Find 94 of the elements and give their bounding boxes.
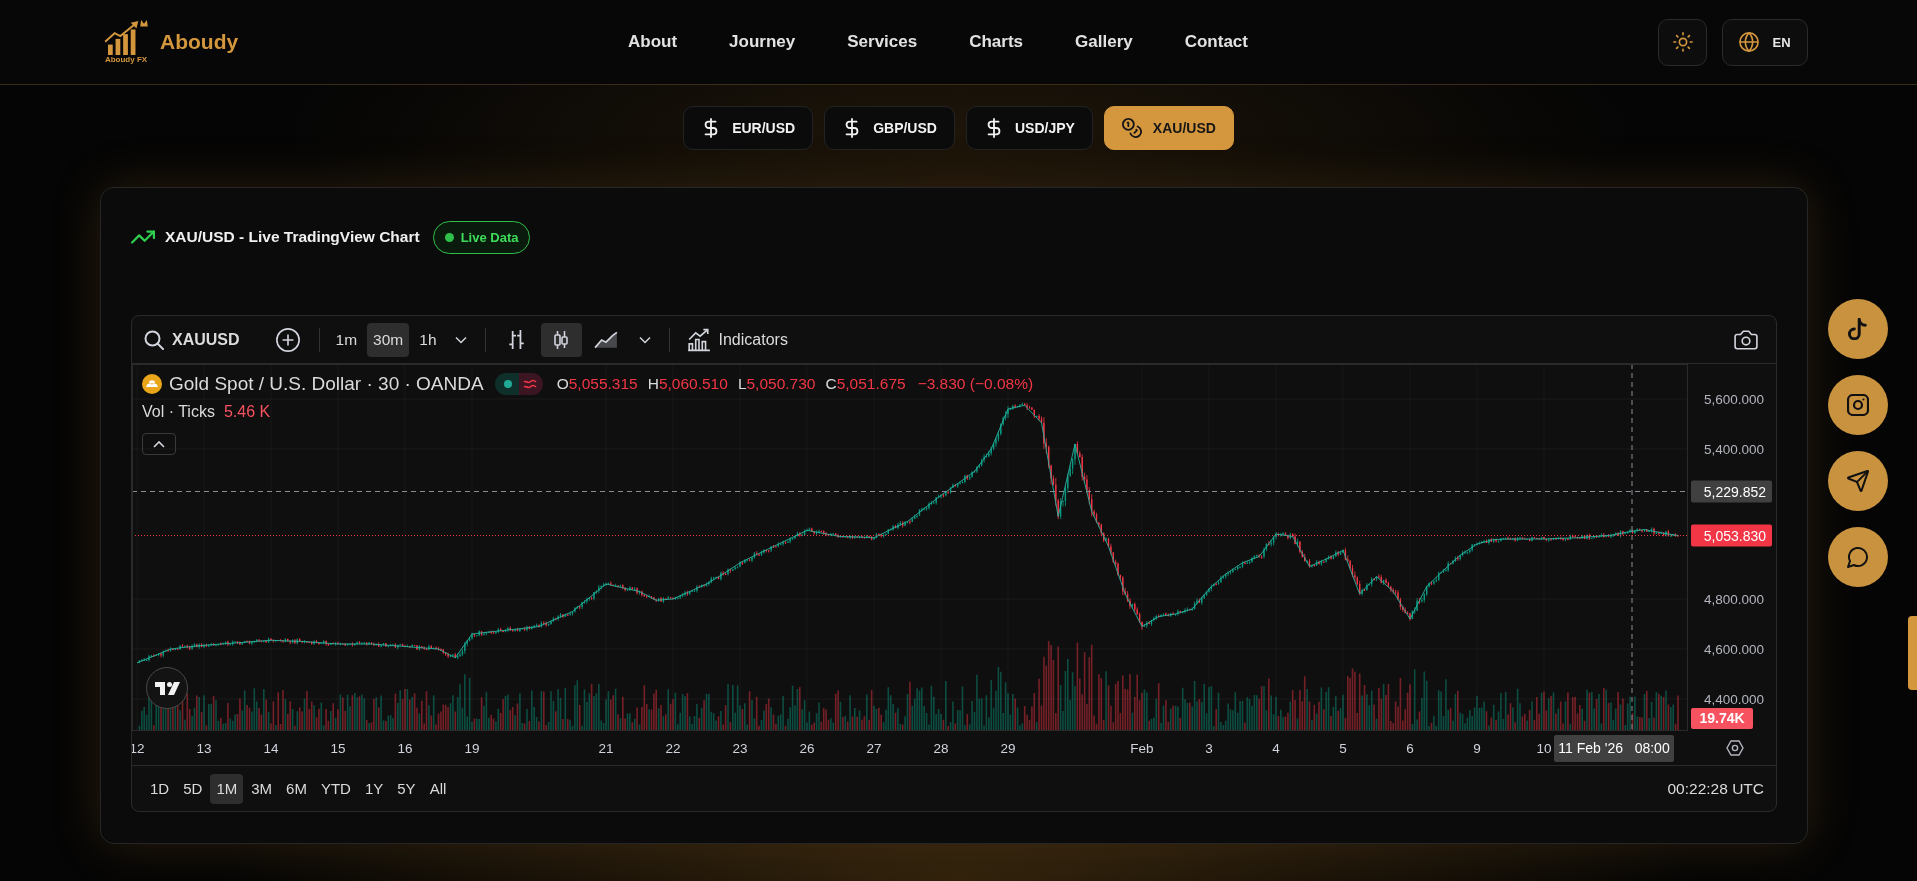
currency-pair-tab[interactable]: XAU/USD [1103, 106, 1234, 150]
social-link-button[interactable] [1828, 527, 1888, 587]
price-axis-label: 5,600.000 [1703, 392, 1764, 407]
time-axis-label: 21 [598, 741, 614, 756]
paper-plane-icon [1847, 470, 1869, 492]
crosshair-time-tag: 11 Feb '26 08:00 [1554, 735, 1674, 762]
currency-pair-tab[interactable]: EUR/USD [683, 106, 814, 150]
time-axis-label: 27 [866, 741, 882, 756]
search-icon [144, 329, 164, 350]
price-axis-label: 4,800.000 [1703, 592, 1764, 607]
nav-link[interactable]: Charts [969, 32, 1024, 52]
interval-button[interactable]: 30m [367, 322, 410, 357]
range-button[interactable]: All [423, 773, 453, 804]
volume-value: 5.46 K [223, 403, 271, 421]
ohlc-value: C5,051.675 [825, 375, 906, 393]
time-axis-label: 3 [1205, 741, 1213, 756]
time-axis-label: 14 [263, 741, 279, 756]
time-axis-label: 13 [196, 741, 212, 756]
badge-label: Live Data [460, 229, 519, 245]
candlestick-icon [551, 329, 571, 350]
bar-chart-line-icon [686, 327, 711, 352]
range-button[interactable]: 1D [144, 773, 176, 804]
wave-icon [518, 373, 543, 395]
globe-icon [1739, 32, 1760, 52]
music-note-icon [1847, 318, 1869, 340]
price-axis-label: 4,600.000 [1703, 642, 1764, 657]
range-button[interactable]: 5D [177, 773, 209, 804]
ohlc-value: O5,055.315 [556, 375, 638, 393]
time-axis-label: 23 [732, 741, 748, 756]
coins-icon [1121, 118, 1142, 138]
time-axis-label: 28 [933, 741, 949, 756]
range-button[interactable]: 6M [280, 773, 313, 804]
time-axis-label: 22 [665, 741, 681, 756]
time-axis-label: 19 [464, 741, 480, 756]
ohlc-value: H5,060.510 [647, 375, 728, 393]
chart-logo-icon[interactable] [146, 667, 188, 709]
sun-icon [1672, 32, 1693, 52]
crosshair-price-tag: 5,229.852 [1691, 480, 1772, 503]
time-axis-label: 5 [1339, 741, 1347, 756]
last-price-tag: 5,053.830 [1691, 524, 1772, 547]
price-change: −3.830 (−0.08%) [917, 375, 1034, 393]
social-link-button[interactable] [1828, 375, 1888, 435]
interval-button[interactable]: 1h [413, 322, 443, 357]
logo-caption: Aboudy FX [104, 55, 148, 65]
language-button[interactable]: EN [1722, 18, 1808, 66]
symbol-search-button[interactable]: XAUUSD [142, 322, 246, 357]
chart-title: XAU/USD - Live TradingView Chart [165, 228, 420, 246]
chart-type-button[interactable] [540, 322, 582, 357]
time-axis-label: 15 [330, 741, 346, 756]
nav-link[interactable]: Gallery [1075, 32, 1133, 52]
settings-icon[interactable] [1726, 740, 1744, 756]
collapse-button[interactable] [142, 433, 176, 455]
nav-link[interactable]: About [628, 32, 678, 52]
volume-value-tag: 19.74K [1691, 708, 1753, 729]
coin-icon [142, 374, 162, 394]
brand-name: Aboudy [160, 30, 239, 54]
currency-pair-tab[interactable]: GBP/USD [824, 106, 955, 150]
nav-link[interactable]: Services [847, 32, 918, 52]
range-button[interactable]: YTD [314, 773, 357, 804]
social-link-button[interactable] [1828, 299, 1888, 359]
square-camera-icon [1847, 394, 1869, 416]
price-axis-label: 4,400.000 [1703, 692, 1764, 707]
ohlc-bars-icon [506, 329, 526, 350]
time-axis-label: 26 [799, 741, 815, 756]
range-button[interactable]: 3M [245, 773, 279, 804]
time-axis-label: 4 [1272, 741, 1280, 756]
camera-icon [1733, 327, 1758, 352]
interval-button[interactable]: 1m [329, 322, 364, 357]
time-axis-label: 6 [1406, 741, 1414, 756]
status-dot-icon [444, 232, 454, 242]
clock-label: 00:22:28 UTC [1667, 779, 1764, 798]
social-link-button[interactable] [1828, 451, 1888, 511]
indicators-button[interactable]: Indicators [679, 322, 795, 357]
volume-label: Vol · Ticks [142, 403, 215, 421]
range-button[interactable]: 1M [210, 773, 244, 804]
time-axis-label: 9 [1473, 741, 1481, 756]
nav-link[interactable]: Journey [729, 32, 796, 52]
time-axis-label: 16 [397, 741, 413, 756]
logo-icon [103, 19, 149, 55]
price-axis-label: 5,400.000 [1703, 442, 1764, 457]
plus-circle-icon [276, 327, 301, 352]
range-button[interactable]: 5Y [391, 773, 422, 804]
chevron-up-icon [153, 438, 165, 450]
symbol-title: Gold Spot / U.S. Dollar · 30 · OANDA [169, 373, 484, 395]
scrollbar-thumb[interactable] [1908, 616, 1917, 690]
range-button[interactable]: 1Y [358, 773, 390, 804]
time-axis-label: Feb [1130, 741, 1154, 756]
nav-link[interactable]: Contact [1184, 32, 1248, 52]
chat-bubble-icon [1847, 546, 1869, 568]
time-axis-label: 29 [1000, 741, 1016, 756]
currency-pair-tab[interactable]: USD/JPY [965, 106, 1093, 150]
theme-toggle-button[interactable] [1658, 18, 1707, 66]
ohlc-value: L5,050.730 [737, 375, 816, 393]
time-axis-label: 10 [1536, 741, 1552, 756]
